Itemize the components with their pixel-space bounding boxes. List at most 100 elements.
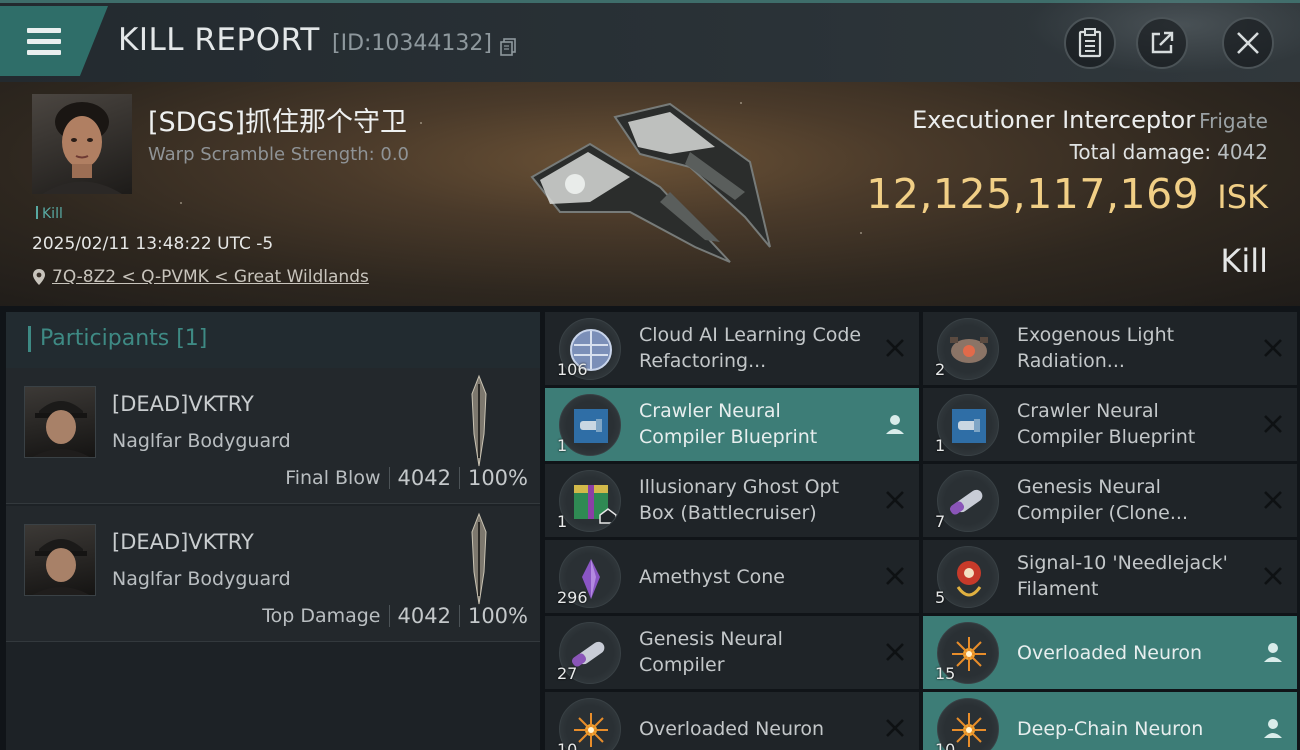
blueprint-icon	[559, 394, 621, 456]
compiler-icon	[937, 470, 999, 532]
item-tile[interactable]: 296 Amethyst Cone	[545, 540, 919, 613]
location-text[interactable]: 7Q-8Z2 < Q-PVMK < Great Wildlands	[52, 267, 369, 287]
participants-panel: Participants [1] [DEAD]VKTRY Naglfar Bod…	[6, 312, 540, 750]
share-button[interactable]	[1136, 17, 1188, 69]
ship-name-text: Executioner Interceptor	[912, 106, 1196, 134]
close-icon[interactable]	[1261, 564, 1285, 588]
item-name: Deep-Chain Neuron	[1017, 718, 1204, 740]
top-bar: KILL REPORT [ID:10344132]	[0, 0, 1300, 82]
share-icon	[1151, 31, 1174, 54]
stat-divider	[388, 605, 390, 627]
ship-name[interactable]: Executioner Interceptor Frigate	[912, 106, 1268, 134]
item-name: Exogenous Light Radiation...	[1017, 324, 1175, 372]
item-name: Cloud AI Learning Code Refactoring...	[639, 324, 862, 372]
victim-portrait[interactable]	[32, 94, 132, 194]
kill-result: Kill	[1220, 242, 1268, 280]
participant-name[interactable]: [DEAD]VKTRY	[112, 392, 254, 416]
participant-role: Final Blow	[285, 467, 381, 489]
blueprint-icon	[937, 394, 999, 456]
item-tile[interactable]: 15 Overloaded Neuron	[923, 616, 1297, 689]
menu-icon-bar	[27, 50, 61, 55]
kill-summary-banner: [SDGS]抓住那个守卫 Warp Scramble Strength: 0.0…	[0, 82, 1300, 306]
item-tile[interactable]: 106 Cloud AI Learning Code Refactoring..…	[545, 312, 919, 385]
star-decoration	[860, 232, 862, 234]
item-tile[interactable]: 10 Deep-Chain Neuron	[923, 692, 1297, 750]
item-tile[interactable]: 1 Crawler Neural Compiler Blueprint	[545, 388, 919, 461]
item-name: Genesis Neural Compiler	[639, 628, 783, 676]
stat-divider	[458, 467, 460, 489]
isk-value: 12,125,117,169	[866, 170, 1200, 218]
report-id: [ID:10344132]	[332, 31, 492, 56]
item-quantity: 5	[935, 588, 946, 607]
clipboard-button[interactable]	[1064, 17, 1116, 69]
star-decoration	[420, 122, 422, 124]
close-icon[interactable]	[883, 336, 907, 360]
item-tile[interactable]: 2 Exogenous Light Radiation...	[923, 312, 1297, 385]
item-name: Crawler Neural Compiler Blueprint	[1017, 400, 1196, 448]
close-icon[interactable]	[1261, 412, 1285, 436]
stat-divider	[458, 605, 460, 627]
participant-ship-image	[471, 374, 487, 467]
participant-percent: 100%	[467, 604, 528, 628]
participant-portrait[interactable]	[24, 386, 96, 458]
close-icon[interactable]	[883, 716, 907, 740]
victim-name[interactable]: [SDGS]抓住那个守卫	[148, 100, 407, 139]
item-name: Genesis Neural Compiler (Clone...	[1017, 476, 1188, 524]
item-quantity: 1	[557, 512, 568, 531]
item-quantity: 106	[557, 360, 588, 379]
stat-divider	[388, 467, 390, 489]
close-icon[interactable]	[883, 564, 907, 588]
item-tile[interactable]: 5 Signal-10 'Needlejack' Filament	[923, 540, 1297, 613]
item-tile[interactable]: 7 Genesis Neural Compiler (Clone...	[923, 464, 1297, 537]
person-icon[interactable]	[1261, 640, 1285, 664]
copy-icon[interactable]	[500, 38, 516, 56]
menu-icon	[27, 28, 61, 33]
item-quantity: 1	[557, 436, 568, 455]
warp-scramble-strength: Warp Scramble Strength: 0.0	[148, 144, 410, 165]
participant-card[interactable]: [DEAD]VKTRY Naglfar Bodyguard Top Damage…	[6, 506, 540, 642]
portrait-image	[42, 102, 122, 194]
close-icon[interactable]	[883, 640, 907, 664]
close-icon[interactable]	[1261, 488, 1285, 512]
item-quantity: 10	[935, 740, 956, 750]
page-title: KILL REPORT	[118, 22, 320, 58]
location-link[interactable]: 7Q-8Z2 < Q-PVMK < Great Wildlands	[32, 267, 369, 287]
item-name: Signal-10 'Needlejack' Filament	[1017, 552, 1228, 600]
participant-portrait[interactable]	[24, 524, 96, 596]
close-icon[interactable]	[1261, 336, 1285, 360]
item-tile[interactable]: 1 Illusionary Ghost Opt Box (Battlecruis…	[545, 464, 919, 537]
item-name: Illusionary Ghost Opt Box (Battlecruiser…	[639, 476, 840, 524]
item-name: Crawler Neural Compiler Blueprint	[639, 400, 818, 448]
dropped-items-grid: 106 Cloud AI Learning Code Refactoring..…	[545, 312, 1300, 750]
item-name: Overloaded Neuron	[639, 718, 825, 740]
item-quantity: 15	[935, 664, 956, 683]
person-icon[interactable]	[883, 412, 907, 436]
menu-button[interactable]	[0, 6, 108, 76]
kill-timestamp: 2025/02/11 13:48:22 UTC -5	[32, 234, 274, 254]
clipboard-icon	[1078, 28, 1102, 58]
ship-class: Frigate	[1199, 109, 1268, 133]
participant-name[interactable]: [DEAD]VKTRY	[112, 530, 254, 554]
close-icon[interactable]	[883, 488, 907, 512]
item-quantity: 7	[935, 512, 946, 531]
item-name: Overloaded Neuron	[1017, 642, 1203, 664]
participant-ship: Naglfar Bodyguard	[112, 430, 291, 452]
person-icon[interactable]	[1261, 716, 1285, 740]
menu-icon-bar	[27, 39, 61, 44]
participant-card[interactable]: [DEAD]VKTRY Naglfar Bodyguard Final Blow…	[6, 368, 540, 504]
portrait-image	[32, 401, 90, 457]
isk-value-row: 12,125,117,169 ISK	[866, 170, 1268, 218]
item-quantity: 27	[557, 664, 578, 683]
item-tile[interactable]: 27 Genesis Neural Compiler	[545, 616, 919, 689]
item-tile[interactable]: 10 Overloaded Neuron	[545, 692, 919, 750]
item-quantity: 10	[557, 740, 578, 750]
filament-icon	[937, 546, 999, 608]
close-icon	[1237, 32, 1259, 54]
item-quantity: 296	[557, 588, 588, 607]
victim-ship-image	[530, 102, 771, 263]
item-tile[interactable]: 1 Crawler Neural Compiler Blueprint	[923, 388, 1297, 461]
close-button[interactable]	[1222, 17, 1274, 69]
portrait-image	[32, 539, 90, 595]
header-accent	[28, 326, 31, 352]
star-decoration	[180, 202, 182, 204]
